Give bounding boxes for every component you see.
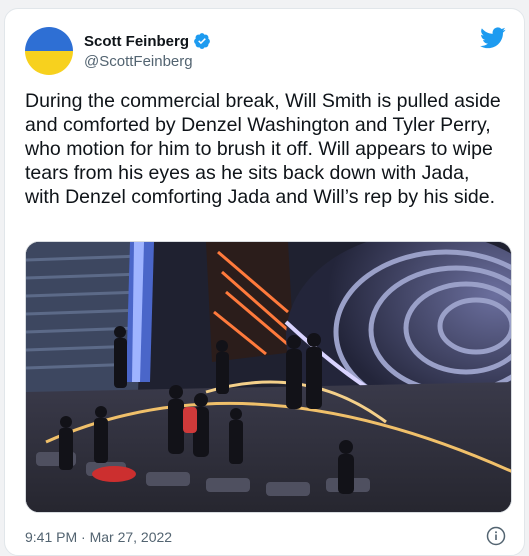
photo-image xyxy=(26,242,511,512)
author-name-text: Scott Feinberg xyxy=(84,32,190,50)
avatar[interactable] xyxy=(25,27,73,75)
tweet-card[interactable]: Scott Feinberg @ScottFeinberg During the… xyxy=(4,8,525,556)
author-name[interactable]: Scott Feinberg xyxy=(84,32,211,50)
verified-badge-icon xyxy=(194,33,210,49)
tweet-timestamp[interactable]: 9:41 PM · Mar 27, 2022 xyxy=(25,529,172,545)
tweet-text: During the commercial break, Will Smith … xyxy=(25,90,501,208)
tweet-photo[interactable] xyxy=(25,241,512,513)
info-icon[interactable] xyxy=(486,526,506,546)
twitter-bird-icon[interactable] xyxy=(480,27,506,49)
author-handle[interactable]: @ScottFeinberg xyxy=(84,53,193,70)
